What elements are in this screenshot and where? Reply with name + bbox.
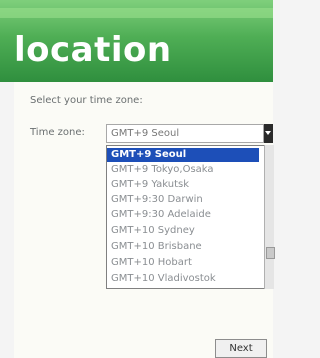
timezone-option[interactable]: GMT+10 Sydney — [107, 224, 259, 238]
dropdown-scrollbar[interactable] — [264, 145, 275, 289]
timezone-option[interactable]: GMT+9:30 Adelaide — [107, 208, 259, 222]
timezone-option[interactable]: GMT+10 Hobart — [107, 256, 259, 270]
timezone-option[interactable]: GMT+9:30 Darwin — [107, 193, 259, 207]
timezone-option[interactable]: GMT+9 Seoul — [107, 148, 259, 162]
header-highlight — [0, 8, 273, 18]
page-title: location — [14, 30, 172, 70]
next-button[interactable]: Next — [215, 339, 267, 358]
timezone-option[interactable]: GMT+9 Yakutsk — [107, 178, 259, 192]
timezone-option[interactable]: GMT+9 Tokyo,Osaka — [107, 163, 259, 177]
timezone-dropdown-list[interactable]: GMT+9 Seoul GMT+9 Tokyo,Osaka GMT+9 Yaku… — [106, 145, 268, 289]
scrollbar-thumb[interactable] — [266, 247, 275, 259]
timezone-select-value: GMT+9 Seoul — [111, 128, 180, 139]
timezone-select[interactable]: GMT+9 Seoul — [106, 124, 264, 143]
timezone-prompt: Select your time zone: — [30, 95, 143, 106]
chevron-down-icon[interactable] — [264, 124, 273, 143]
timezone-label: Time zone: — [30, 127, 85, 138]
timezone-option[interactable]: GMT+10 Vladivostok — [107, 272, 259, 286]
header-banner: location — [0, 0, 273, 82]
timezone-option[interactable]: GMT+10 Brisbane — [107, 240, 259, 254]
